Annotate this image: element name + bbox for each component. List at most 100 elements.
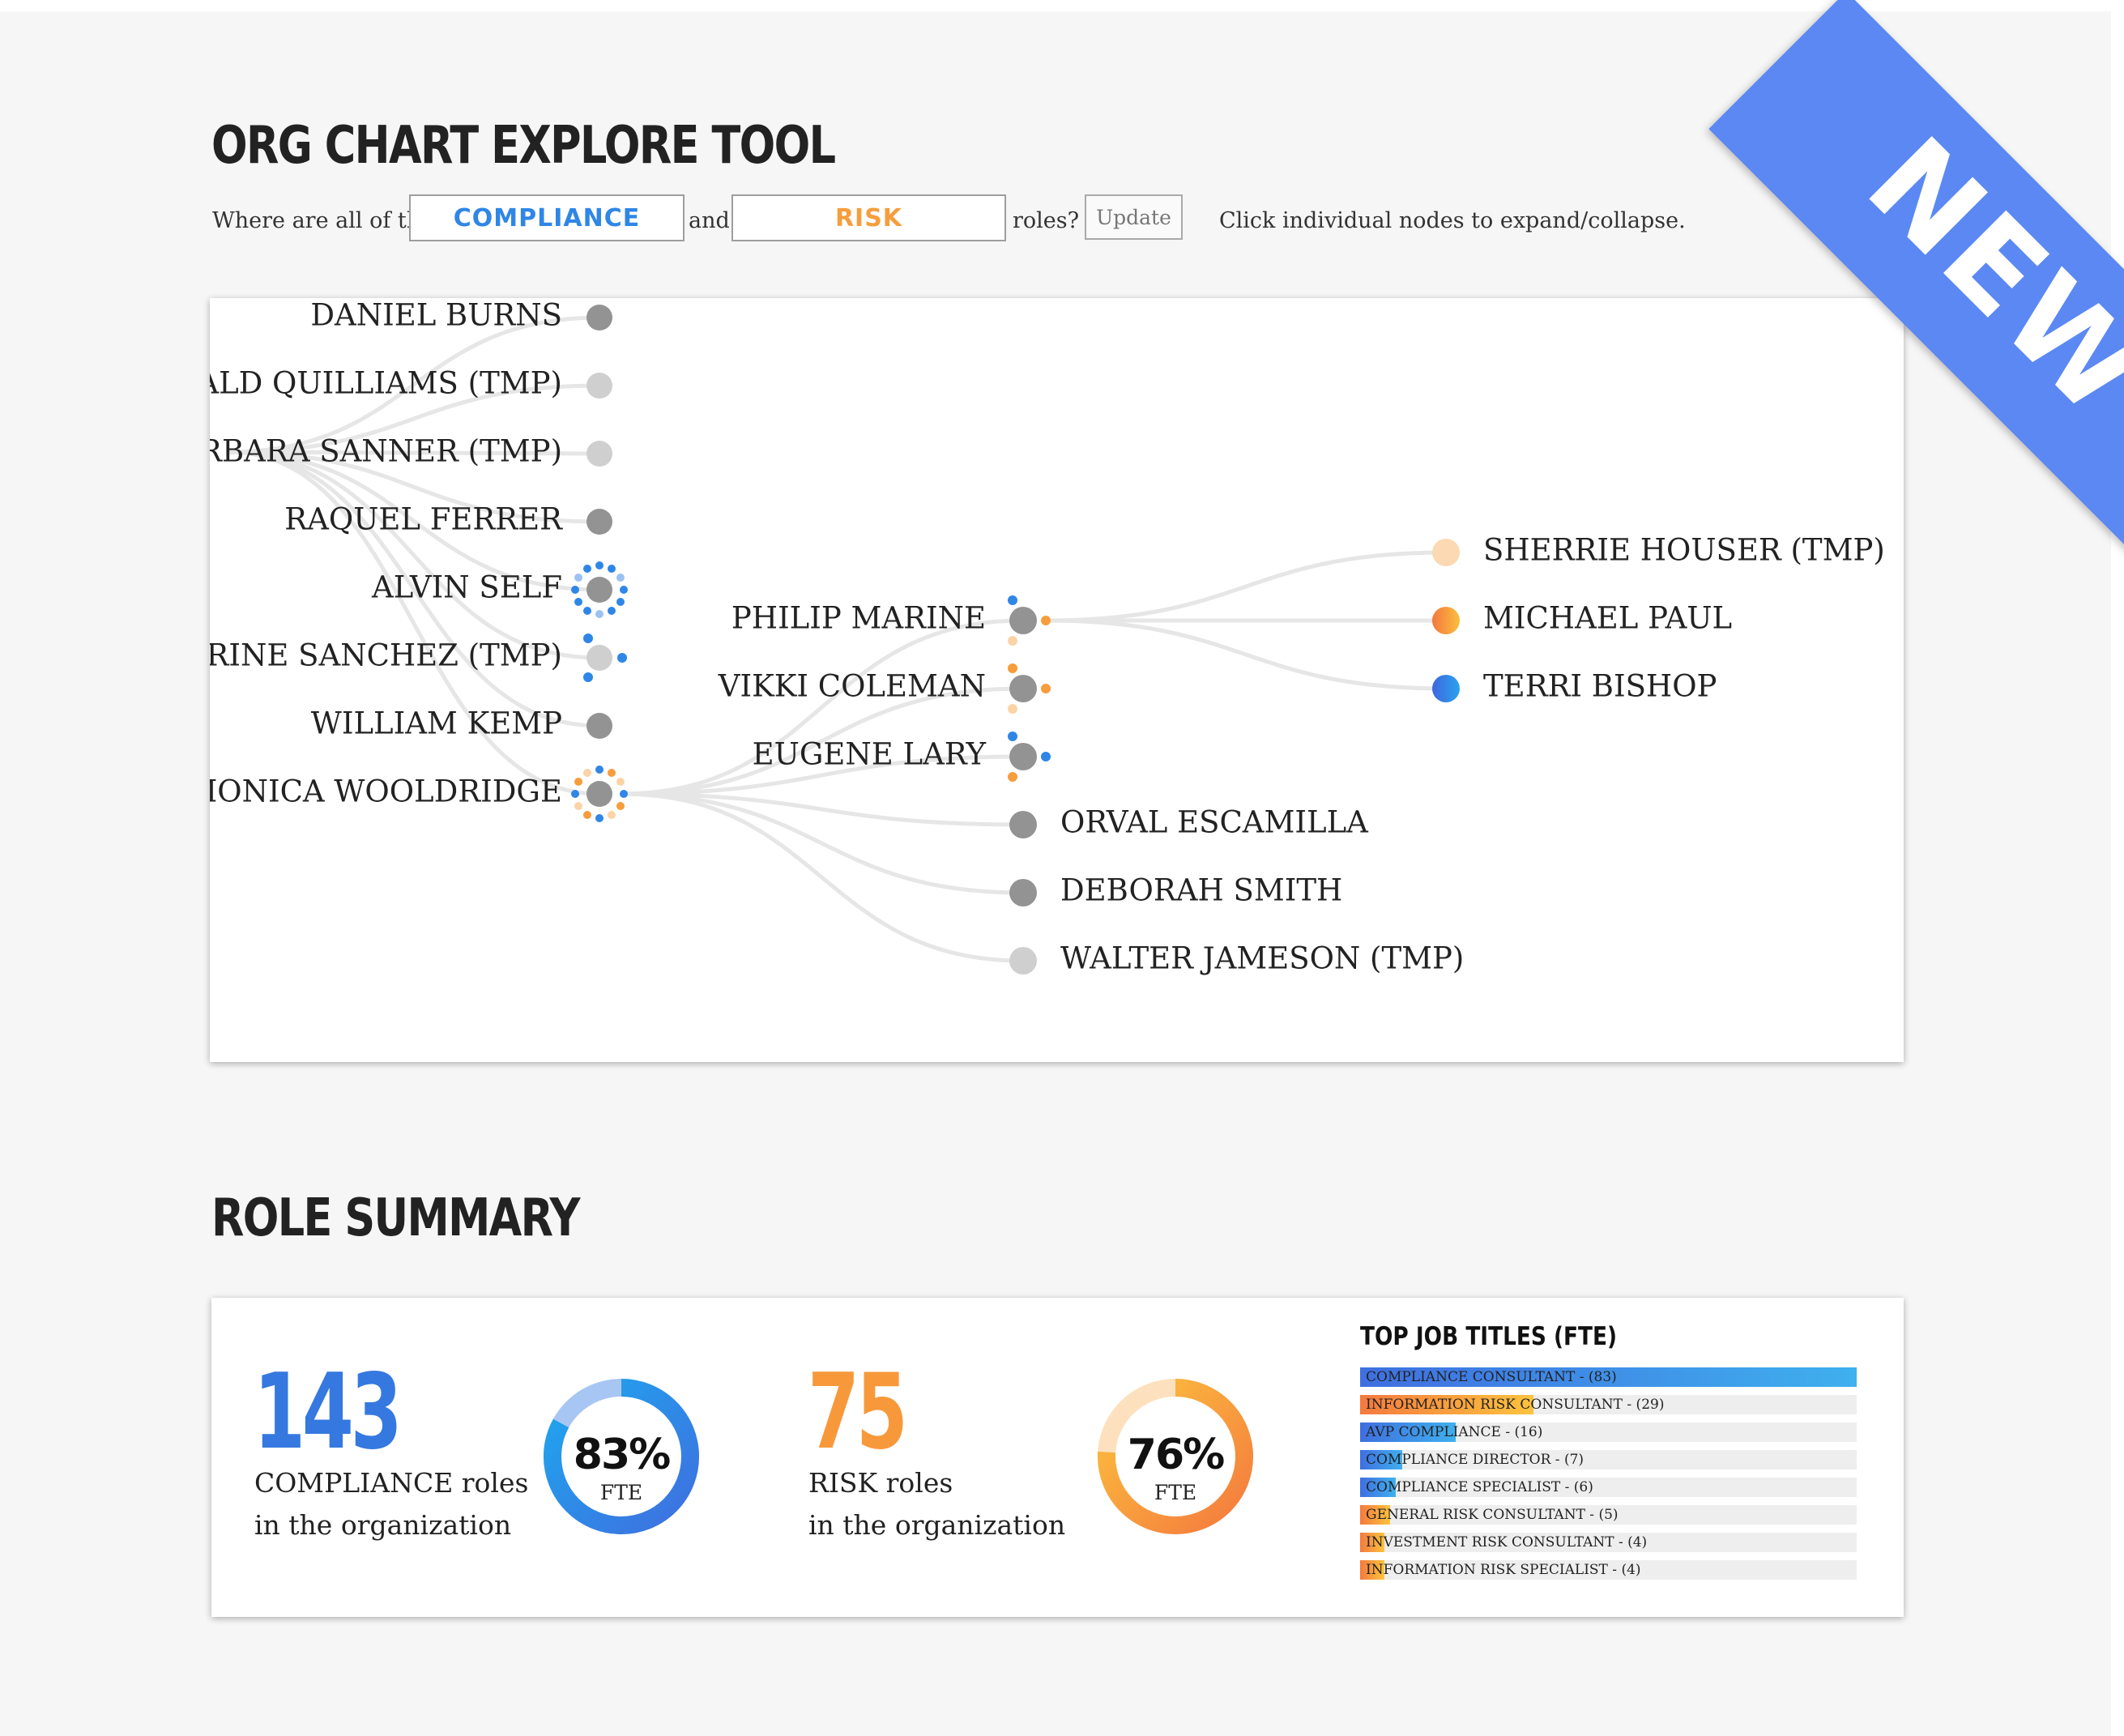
node-circle[interactable]: [1009, 743, 1037, 770]
role-marker-dot: [574, 778, 583, 786]
page-title: ORG CHART EXPLORE TOOL: [211, 116, 836, 176]
role-marker-dot: [608, 769, 616, 778]
role-marker-dot: [1041, 684, 1051, 693]
update-button[interactable]: Update: [1085, 194, 1183, 240]
node-circle[interactable]: [1009, 947, 1037, 975]
tree-node-barbara-sanner-tmp[interactable]: [586, 441, 612, 467]
node-circle[interactable]: [1009, 675, 1037, 702]
risk-fte-percent: 76%: [1127, 1431, 1225, 1479]
node-circle[interactable]: [1432, 607, 1460, 634]
query-prefix-text: Where are all of the: [212, 208, 434, 233]
job-title-label: GENERAL RISK CONSULTANT - (5): [1366, 1507, 1619, 1523]
role-marker-dot: [583, 810, 591, 819]
role-marker-dot: [574, 598, 583, 606]
person-name-label: VIKKI COLEMAN: [718, 669, 986, 704]
org-chart-tree[interactable]: DANIEL BURNS DONALD QUILLIAMS (TMP) BARBAR…: [210, 298, 1904, 1062]
tree-node-deborah-smith[interactable]: [1009, 879, 1037, 906]
job-title-bar: INVESTMENT RISK CONSULTANT - (4): [1360, 1533, 1857, 1552]
person-name-label: TERRI BISHOP: [1483, 669, 1717, 704]
tree-node-eugene-lary[interactable]: [1008, 732, 1051, 782]
role-summary-title: ROLE SUMMARY: [211, 1188, 581, 1248]
job-title-label: COMPLIANCE DIRECTOR - (7): [1366, 1452, 1584, 1468]
person-name-label: BARBARA SANNER (TMP): [210, 434, 562, 469]
role-marker-dot: [571, 790, 579, 798]
tree-link: [1045, 618, 1447, 691]
tree-node-philip-marine[interactable]: [1008, 595, 1051, 646]
tree-node-daniel-burns[interactable]: [586, 305, 612, 331]
query-connector-text: and: [689, 208, 730, 233]
tree-node-raquel-ferrer[interactable]: [586, 509, 612, 535]
compliance-fte-percent: 83%: [573, 1431, 671, 1479]
job-title-bar: GENERAL RISK CONSULTANT - (5): [1360, 1505, 1857, 1525]
node-circle[interactable]: [586, 577, 612, 603]
node-circle[interactable]: [586, 713, 612, 739]
tree-node-catherine-sanchez-tmp[interactable]: [583, 633, 627, 682]
person-name-label: CATHERINE SANCHEZ (TMP): [210, 638, 562, 673]
role-marker-dot: [595, 610, 604, 618]
role-marker-dot: [620, 586, 628, 594]
compliance-fte-donut: 83% FTE: [540, 1376, 702, 1538]
node-circle[interactable]: [586, 509, 612, 535]
role-marker-dot: [616, 598, 625, 606]
compliance-org-label: in the organization: [254, 1509, 512, 1541]
org-chart-panel[interactable]: DANIEL BURNS DONALD QUILLIAMS (TMP) BARBAR…: [210, 298, 1904, 1062]
node-circle[interactable]: [586, 645, 612, 671]
node-circle[interactable]: [1009, 811, 1037, 838]
role-marker-dot: [1008, 663, 1017, 673]
node-circle[interactable]: [586, 781, 612, 807]
person-name-label: ALVIN SELF: [371, 570, 562, 605]
role-marker-dot: [595, 766, 604, 774]
node-circle[interactable]: [1009, 879, 1037, 906]
node-circle[interactable]: [586, 441, 612, 467]
job-title-bar: INFORMATION RISK SPECIALIST - (4): [1360, 1560, 1857, 1580]
role-marker-dot: [1008, 636, 1017, 646]
role-marker-dot: [574, 802, 583, 810]
role-marker-dot: [1041, 616, 1051, 625]
tree-node-donald-quilliams-tmp[interactable]: [586, 373, 612, 399]
role-marker-dot: [583, 606, 591, 615]
person-name-label: PHILIP MARINE: [731, 601, 986, 636]
person-name-label: WILLIAM KEMP: [311, 706, 562, 741]
risk-fte-donut: 76% FTE: [1094, 1376, 1256, 1538]
tree-link: [1045, 550, 1447, 623]
role-marker-dot: [583, 565, 591, 574]
node-circle[interactable]: [1432, 675, 1460, 702]
job-title-bar: COMPLIANCE SPECIALIST - (6): [1360, 1478, 1857, 1497]
role-marker-dot: [608, 565, 616, 574]
tree-node-walter-jameson-tmp[interactable]: [1009, 947, 1037, 975]
role-a-input[interactable]: [409, 194, 685, 241]
expand-collapse-hint: Click individual nodes to expand/collaps…: [1219, 208, 1686, 233]
person-name-label: RAQUEL FERRER: [284, 502, 563, 537]
role-marker-dot: [1008, 704, 1017, 714]
role-marker-dot: [1008, 772, 1017, 782]
risk-roles-label: RISK roles: [808, 1467, 953, 1499]
job-title-label: COMPLIANCE SPECIALIST - (6): [1366, 1479, 1593, 1495]
tree-node-william-kemp[interactable]: [586, 713, 612, 739]
tree-node-orval-escamilla[interactable]: [1009, 811, 1037, 838]
person-name-label: ORVAL ESCAMILLA: [1060, 805, 1369, 840]
job-title-bar: INFORMATION RISK CONSULTANT - (29): [1360, 1395, 1857, 1414]
role-marker-dot: [1008, 732, 1017, 741]
role-marker-dot: [571, 586, 579, 594]
role-marker-dot: [574, 574, 583, 582]
tree-node-terri-bishop[interactable]: [1432, 675, 1460, 702]
role-marker-dot: [1041, 752, 1051, 761]
tree-node-sherrie-houser-tmp[interactable]: [1432, 539, 1460, 566]
tree-node-michael-paul[interactable]: [1432, 607, 1460, 634]
role-marker-dot: [620, 790, 628, 798]
compliance-role-count: 143: [254, 1352, 403, 1473]
top-job-titles-heading: TOP JOB TITLES (FTE): [1360, 1322, 1618, 1351]
node-circle[interactable]: [586, 305, 612, 331]
job-title-label: INVESTMENT RISK CONSULTANT - (4): [1366, 1534, 1648, 1550]
node-circle[interactable]: [1432, 539, 1460, 566]
tree-node-vikki-coleman[interactable]: [1008, 663, 1051, 714]
role-b-input[interactable]: [731, 194, 1006, 241]
role-marker-dot: [608, 606, 616, 615]
compliance-fte-unit: FTE: [599, 1481, 643, 1504]
node-circle[interactable]: [586, 373, 612, 399]
job-title-bar: AVP COMPLIANCE - (16): [1360, 1422, 1857, 1442]
node-circle[interactable]: [1009, 607, 1037, 634]
job-title-label: AVP COMPLIANCE - (16): [1366, 1424, 1543, 1440]
job-title-bar: COMPLIANCE CONSULTANT - (83): [1360, 1367, 1857, 1387]
job-title-label: INFORMATION RISK CONSULTANT - (29): [1366, 1397, 1665, 1413]
